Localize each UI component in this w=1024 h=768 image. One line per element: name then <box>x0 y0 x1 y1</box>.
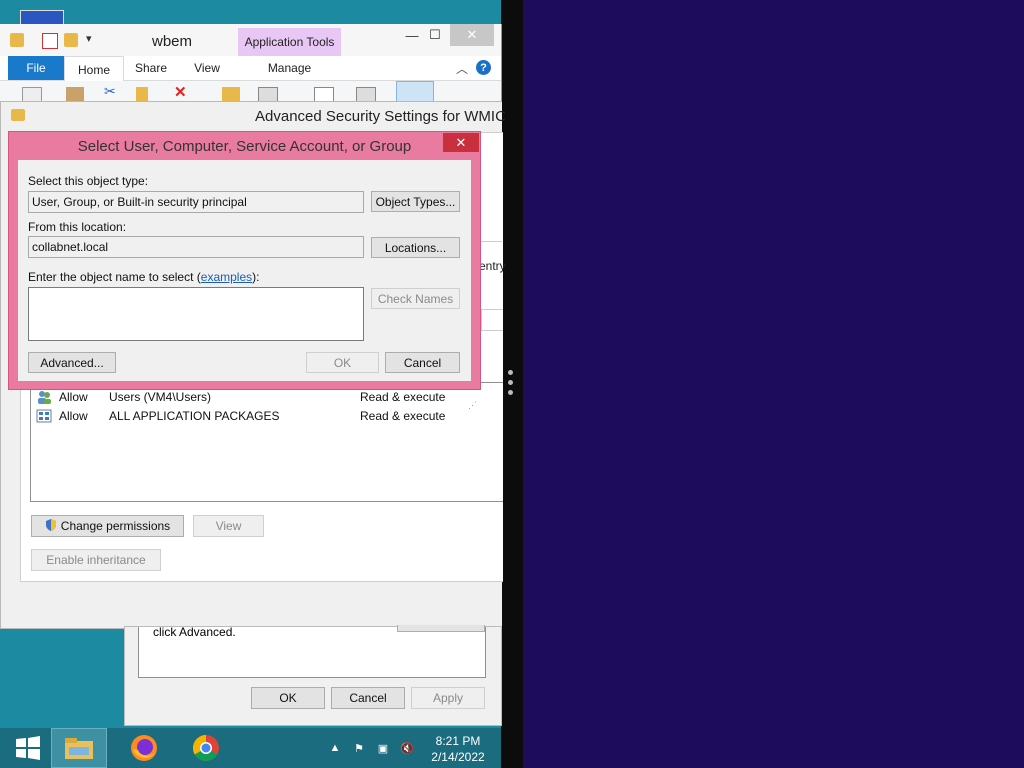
list-item[interactable]: Allow ALL APPLICATION PACKAGES Read & ex… <box>31 407 501 426</box>
shield-icon <box>45 518 57 535</box>
entry-access: Read & execute <box>360 390 446 404</box>
window-title: Advanced Security Settings for WMIC <box>255 108 506 125</box>
action-center-icon[interactable]: ⚑ <box>352 741 366 755</box>
ribbon-collapse-icon[interactable]: ︿ <box>456 60 468 77</box>
advanced-hint-text: click Advanced. <box>153 625 236 639</box>
firefox-icon <box>131 735 157 761</box>
app-packages-icon <box>36 408 52 424</box>
object-type-field: User, Group, or Built-in security princi… <box>28 191 364 213</box>
start-button[interactable] <box>0 728 56 768</box>
clock-time: 8:21 PM <box>435 734 481 748</box>
cancel-button[interactable]: Cancel <box>331 687 405 709</box>
enable-inheritance-button[interactable]: Enable inheritance <box>31 549 161 571</box>
object-name-input[interactable] <box>28 287 364 341</box>
close-icon[interactable]: ✕ <box>443 133 479 152</box>
list-header-line <box>481 309 503 331</box>
tab-share[interactable]: Share <box>125 56 177 80</box>
advanced-button[interactable] <box>397 625 485 632</box>
entry-type: Allow <box>59 409 88 423</box>
resize-grip-icon[interactable]: ⋰ <box>468 400 477 411</box>
folder-icon <box>10 33 24 47</box>
delete-icon[interactable]: ✕ <box>174 83 187 101</box>
tab-file[interactable]: File <box>8 56 64 80</box>
permission-entries-list[interactable]: Allow Users (VM4\Users) Read & execute A… <box>30 382 503 502</box>
taskbar-file-explorer[interactable] <box>51 728 107 768</box>
dialog-title: Select User, Computer, Service Account, … <box>77 138 412 155</box>
properties-dialog: click Advanced. OK Cancel Apply <box>124 625 502 726</box>
ok-button[interactable]: OK <box>306 352 379 373</box>
explorer-window: ▾ wbem Application Tools — ☐ ✕ File Home… <box>0 24 502 107</box>
clock-date: 2/14/2022 <box>431 750 485 764</box>
taskbar-chrome[interactable] <box>178 728 234 768</box>
show-hidden-icons-icon[interactable]: ▲ <box>328 741 342 755</box>
desktop-right <box>523 0 1024 768</box>
entry-type: Allow <box>59 390 88 404</box>
network-icon[interactable]: ▣ <box>376 741 390 755</box>
advanced-hint-box: click Advanced. <box>138 625 486 678</box>
examples-link[interactable]: examples <box>201 270 252 284</box>
locations-button[interactable]: Locations... <box>371 237 460 258</box>
cut-icon[interactable]: ✂ <box>104 83 116 100</box>
tab-view[interactable]: View <box>180 56 234 80</box>
divider-grip-dot[interactable] <box>508 390 513 395</box>
header-divider <box>481 241 502 242</box>
select-user-dialog: Select User, Computer, Service Account, … <box>8 131 481 410</box>
change-permissions-label: Change permissions <box>60 519 171 533</box>
explorer-titlebar: ▾ wbem Application Tools — ☐ ✕ <box>0 24 501 56</box>
object-types-button[interactable]: Object Types... <box>371 191 460 212</box>
advanced-button[interactable]: Advanced... <box>28 352 116 373</box>
properties-icon[interactable] <box>42 33 58 49</box>
change-permissions-button[interactable]: Change permissions <box>31 515 184 537</box>
location-field: collabnet.local <box>28 236 364 258</box>
partial-text: entry <box>479 259 506 273</box>
object-name-label: Enter the object name to select (example… <box>28 270 259 284</box>
divider-grip-dot[interactable] <box>508 380 513 385</box>
tab-manage[interactable]: Manage <box>238 56 341 80</box>
entry-principal: Users (VM4\Users) <box>109 390 212 404</box>
chrome-icon <box>192 734 219 762</box>
cancel-button[interactable]: Cancel <box>385 352 460 373</box>
apply-button[interactable]: Apply <box>411 687 485 709</box>
list-item[interactable]: Allow Users (VM4\Users) Read & execute <box>31 388 501 407</box>
window-title: wbem <box>152 33 193 50</box>
volume-muted-icon[interactable]: 🔇 <box>400 741 414 755</box>
taskbar: ▲ ⚑ ▣ 🔇 8:21 PM 2/14/2022 <box>0 728 501 768</box>
entry-principal: ALL APPLICATION PACKAGES <box>109 409 280 423</box>
help-icon[interactable]: ? <box>476 60 491 75</box>
folder-icon <box>11 109 25 121</box>
entry-access: Read & execute <box>360 409 446 423</box>
view-button[interactable]: View <box>193 515 264 537</box>
object-name-label-suffix: ): <box>252 270 260 284</box>
divider-grip-dot[interactable] <box>508 370 513 375</box>
contextual-tab-header: Application Tools <box>238 28 341 56</box>
taskbar-firefox[interactable] <box>116 728 172 768</box>
location-label: From this location: <box>28 220 127 234</box>
new-folder-icon[interactable] <box>64 33 78 47</box>
file-explorer-icon <box>65 738 93 759</box>
check-names-button[interactable]: Check Names <box>371 288 460 309</box>
object-name-label-text: Enter the object name to select ( <box>28 270 201 284</box>
maximize-icon[interactable]: ☐ <box>418 24 452 46</box>
customize-quick-access-icon[interactable]: ▾ <box>86 32 92 45</box>
ribbon-tabs: File Home Share View Manage ︿ ? <box>0 56 501 82</box>
object-type-label: Select this object type: <box>28 174 149 188</box>
tab-home[interactable]: Home <box>64 56 124 82</box>
users-icon <box>36 389 52 405</box>
dialog-body: Select this object type: User, Group, or… <box>18 160 477 410</box>
windows-logo-icon <box>16 736 40 760</box>
ok-button[interactable]: OK <box>251 687 325 709</box>
clock[interactable]: 8:21 PM 2/14/2022 <box>418 733 498 765</box>
close-icon[interactable]: ✕ <box>450 24 494 46</box>
